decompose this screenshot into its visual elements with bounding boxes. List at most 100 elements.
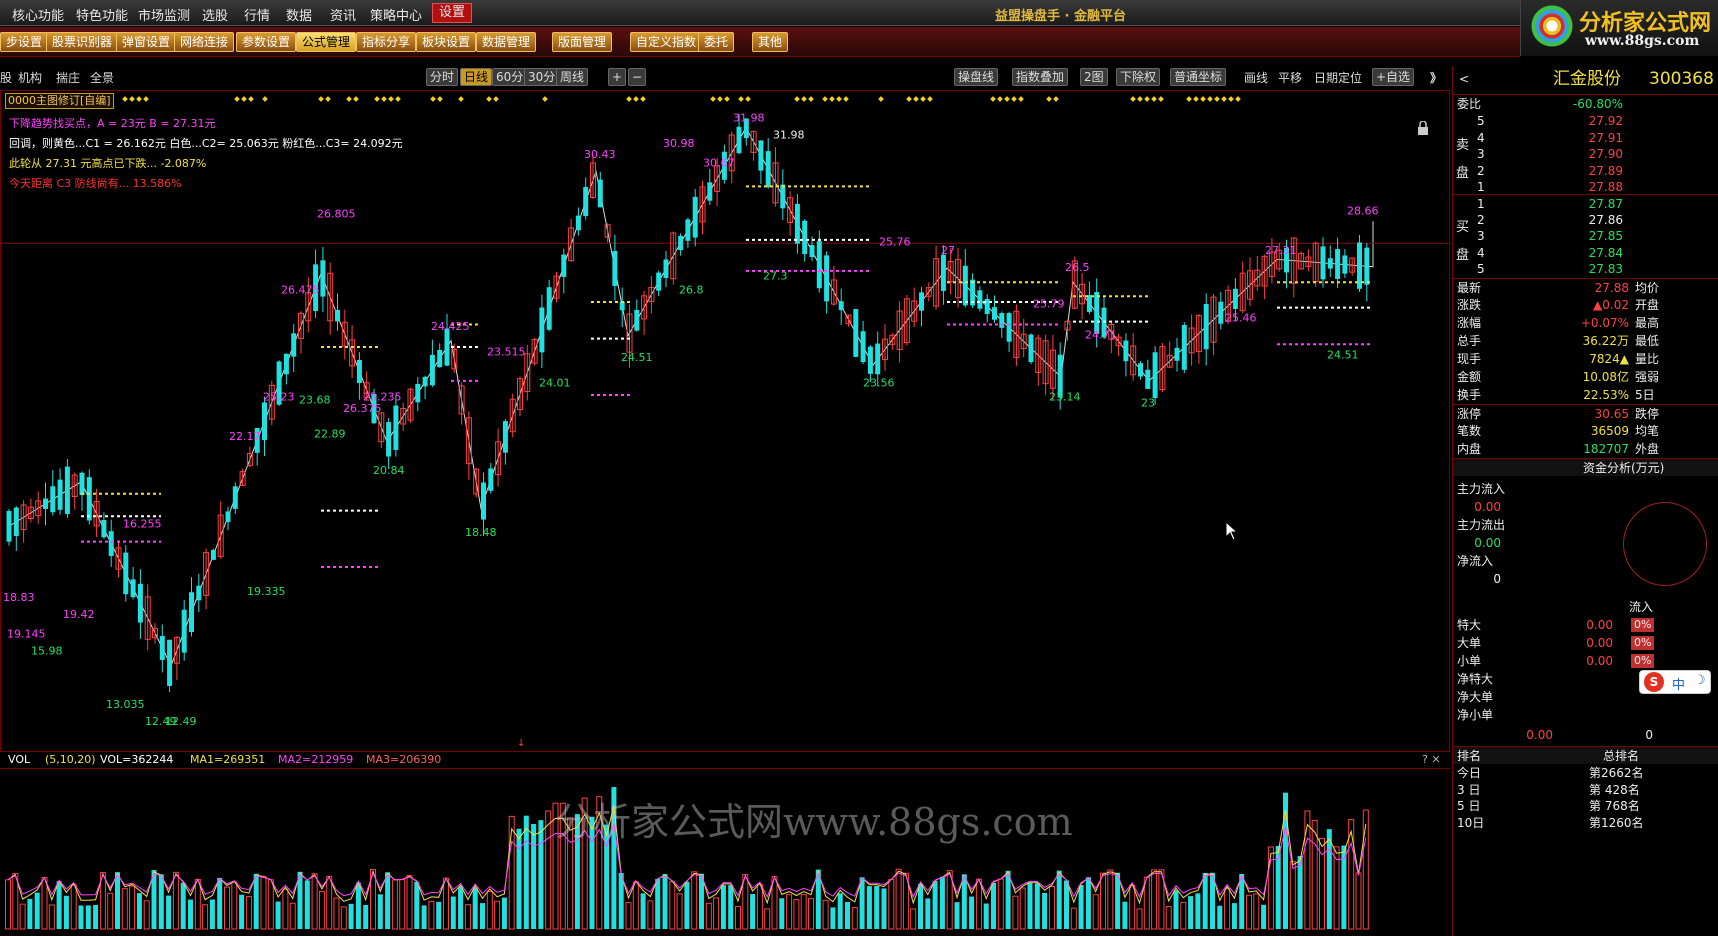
- menu-item-8[interactable]: 设置: [432, 3, 473, 23]
- volume-bar: [851, 907, 858, 930]
- volume-bar: [1048, 885, 1055, 930]
- period-button-2[interactable]: 60分: [492, 68, 528, 86]
- chart-option-4[interactable]: 普通坐标: [1170, 68, 1227, 86]
- menu-item-7[interactable]: 策略中心: [370, 5, 422, 24]
- toolbar-button-5[interactable]: 公式管理: [296, 32, 357, 52]
- collapse-panel-icon[interactable]: 》: [1430, 69, 1442, 86]
- flow-title: 流入: [1629, 600, 1654, 614]
- watermark: 分析家公式网www.88gs.com: [555, 800, 1073, 844]
- volume-bar: [735, 906, 741, 930]
- toolbar-button-4[interactable]: 参数设置: [236, 32, 297, 52]
- buy-price: 27.83: [1588, 262, 1623, 276]
- toolbar-button-7[interactable]: 板块设置: [416, 32, 477, 52]
- menu-item-6[interactable]: 资讯: [330, 5, 356, 24]
- candle-body: [101, 519, 107, 538]
- weibi-value: -60.80%: [1572, 97, 1623, 111]
- sell-price: 27.90: [1588, 147, 1623, 161]
- toolbar-button-12[interactable]: 其他: [752, 32, 789, 52]
- chart-tab-1[interactable]: 机构: [18, 69, 42, 86]
- peak-price-label: 26.375: [343, 402, 382, 415]
- buy-side-label: 买盘: [1456, 220, 1470, 263]
- net-flow-label: 净特大: [1457, 672, 1494, 686]
- toolbar-button-2[interactable]: 弹窗设置: [116, 32, 177, 52]
- trough-price-label: 26.8: [679, 283, 704, 296]
- quote-label: 最新: [1457, 281, 1482, 295]
- chart-tab-0[interactable]: 股: [0, 69, 12, 86]
- volume-bar: [808, 898, 814, 930]
- chart-option-8[interactable]: +自选: [1372, 68, 1415, 86]
- candle-body: [546, 287, 552, 330]
- chart-tab-3[interactable]: 全景: [90, 69, 114, 86]
- volume-bar: [188, 899, 193, 929]
- panel-row: 流入: [1453, 598, 1718, 616]
- rank-value: 第 428名: [1589, 782, 1640, 797]
- chart-option-1[interactable]: 指数叠加: [1012, 68, 1069, 86]
- toolbar-button-1[interactable]: 股票识别器: [46, 32, 119, 52]
- chart-tab-2[interactable]: 揣庄: [56, 69, 80, 86]
- trough-price-label: 18.48: [465, 526, 497, 539]
- indicator-line-1: 下降趋势找买点，A = 23元 B = 27.31元: [9, 117, 216, 130]
- signal-diamond: [325, 96, 331, 102]
- panel-row: 特大 0.00 0%: [1453, 616, 1718, 634]
- settings-toolbar: 步设置 股票识别器 弹窗设置 网络连接 参数设置 公式管理 指标分享 板块设置 数据管理 版面管理…: [0, 27, 1520, 57]
- peak-price-label: 26.805: [317, 207, 356, 220]
- volume-bar: [713, 897, 720, 930]
- chart-option-2[interactable]: 2图: [1080, 68, 1108, 86]
- panel-row: 金额 10.08亿 强弱: [1453, 368, 1718, 386]
- toolbar-button-10[interactable]: 自定义指数: [630, 32, 703, 52]
- period-button-3[interactable]: 30分: [524, 68, 560, 86]
- toolbar-button-11[interactable]: 委托: [698, 32, 735, 52]
- back-arrow-icon[interactable]: <: [1459, 66, 1469, 92]
- zoom-out-button[interactable]: −: [628, 68, 647, 86]
- chart-option-3[interactable]: 下除权: [1116, 68, 1161, 86]
- volume-controls[interactable]: ? ✕: [1422, 753, 1441, 766]
- panel-row: 0.00 0: [1453, 726, 1718, 744]
- toolbar-button-6[interactable]: 指标分享: [356, 32, 417, 52]
- candle-body: [181, 609, 187, 653]
- kline-chart[interactable]: 19.145 18.83 19.42 16.255 22.17 25.23 26.475 26…: [0, 90, 1450, 752]
- volume-bar: [1297, 856, 1303, 929]
- signal-diamond: [1137, 96, 1143, 102]
- chart-option-7[interactable]: 日期定位: [1314, 69, 1362, 86]
- quote-value: 36509: [1590, 424, 1629, 438]
- menu-item-3[interactable]: 选股: [202, 5, 228, 24]
- toolbar-button-3[interactable]: 网络连接: [174, 32, 235, 52]
- period-button-4[interactable]: 周线: [556, 68, 589, 86]
- volume-bar: [1012, 895, 1019, 930]
- period-button-1[interactable]: 日线: [460, 68, 493, 86]
- panel-row: 4 27.91: [1453, 129, 1718, 147]
- quote-label: 内盘: [1457, 442, 1482, 456]
- volume-bar: [910, 908, 917, 930]
- volume-label[interactable]: VOL: [8, 753, 30, 766]
- candle-body: [422, 376, 428, 387]
- candle-body: [583, 187, 589, 217]
- volume-chart[interactable]: 分析家公式网www.88gs.com: [0, 768, 1450, 930]
- panel-row: 10日 第1260名: [1453, 814, 1718, 832]
- toolbar-button-0[interactable]: 步设置: [0, 32, 49, 52]
- quote-label-2: 5日: [1635, 388, 1655, 402]
- menu-item-5[interactable]: 数据: [286, 5, 312, 24]
- volume-bar: [1151, 869, 1158, 930]
- menu-bar: 核心功能 特色功能 市场监测 选股 行情 数据 资讯 策略中心 设置 益盟操盘手 · 金融平台: [0, 0, 1718, 26]
- candle-body: [940, 254, 946, 291]
- candle-body: [159, 635, 165, 660]
- candle-body: [1335, 249, 1341, 279]
- ime-badge[interactable]: S 中 ☽: [1639, 670, 1711, 694]
- trough-price-label: 24.51: [621, 351, 653, 364]
- menu-item-4[interactable]: 行情: [244, 5, 270, 24]
- toolbar-button-9[interactable]: 版面管理: [552, 32, 613, 52]
- chart-option-0[interactable]: 操盘线: [954, 68, 999, 86]
- peak-price-label: 18.83: [3, 591, 35, 604]
- toolbar-button-8[interactable]: 数据管理: [476, 32, 537, 52]
- menu-item-2[interactable]: 市场监测: [138, 5, 190, 24]
- chart-option-5[interactable]: 画线: [1244, 69, 1268, 86]
- candle-body: [853, 309, 859, 357]
- chart-option-6[interactable]: 平移: [1278, 69, 1302, 86]
- lock-icon[interactable]: [1417, 120, 1429, 135]
- period-button-0[interactable]: 分时: [426, 68, 459, 86]
- zoom-in-button[interactable]: +: [608, 68, 627, 86]
- menu-item-1[interactable]: 特色功能: [76, 5, 128, 24]
- indicator-dropdown[interactable]: 0000主图修订[自编]: [5, 93, 114, 109]
- quote-label: 换手: [1457, 388, 1482, 402]
- menu-item-0[interactable]: 核心功能: [12, 5, 64, 24]
